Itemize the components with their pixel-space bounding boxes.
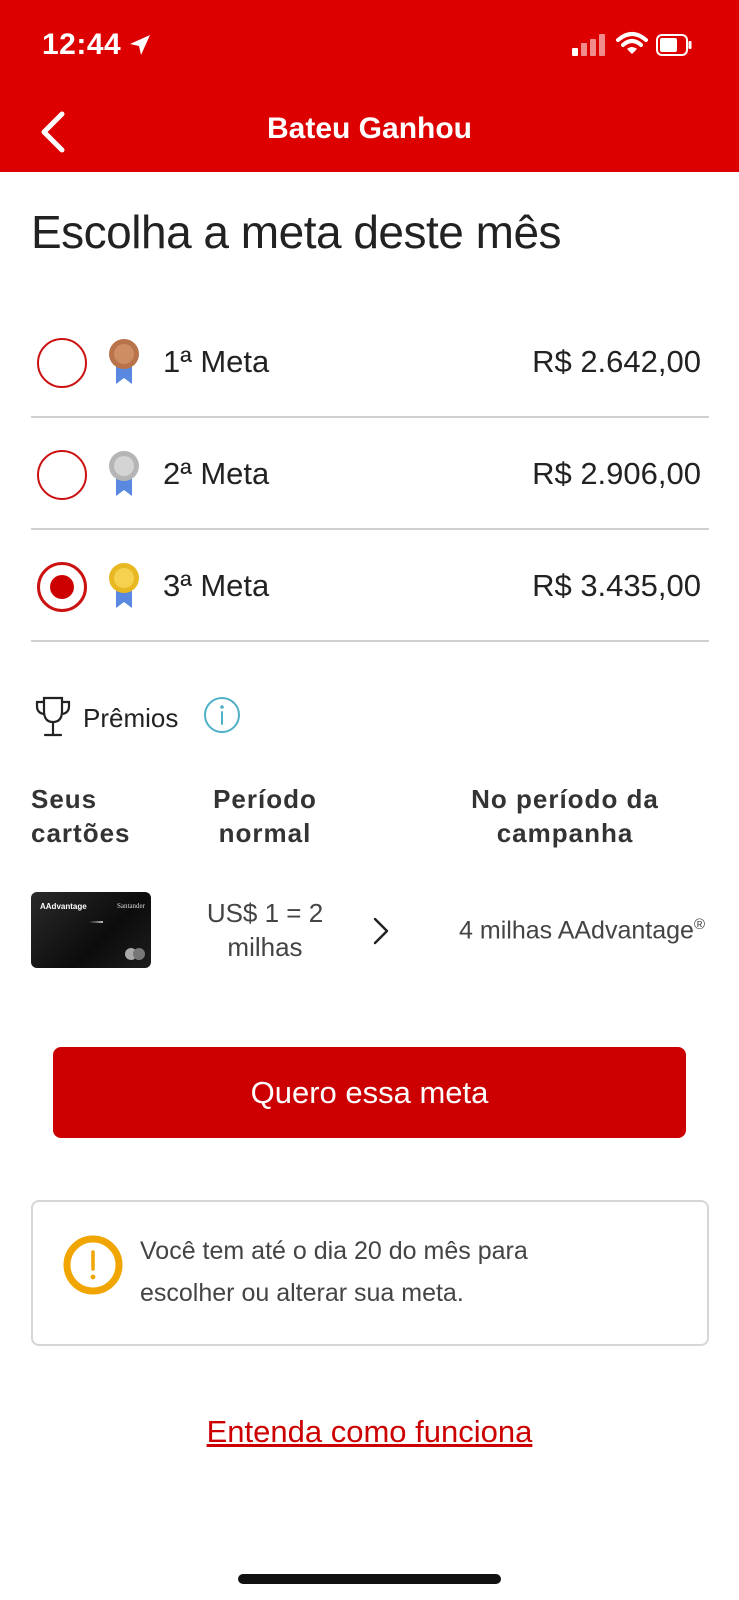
- header-title: Bateu Ganhou: [266, 112, 472, 145]
- goal-value: R$ 2.906,00: [532, 456, 701, 491]
- info-icon[interactable]: [202, 695, 242, 735]
- how-it-works-link[interactable]: Entenda como funciona: [0, 1414, 739, 1450]
- radio-button-selected[interactable]: [37, 562, 87, 612]
- goal-option-2[interactable]: 2ª Meta R$ 2.906,00: [31, 418, 709, 530]
- column-header-campaign-period: No período da campanha: [471, 784, 659, 848]
- goal-option-1[interactable]: 1ª Meta R$ 2.642,00: [31, 306, 709, 418]
- card-issuer-logo: Santander: [117, 902, 145, 910]
- goal-value: R$ 2.642,00: [532, 344, 701, 379]
- goal-label: 3ª Meta: [163, 568, 270, 603]
- campaign-period-rate: 4 milhas AAdvantage®: [459, 916, 705, 945]
- home-indicator: [238, 1574, 501, 1584]
- goal-label: 2ª Meta: [163, 456, 270, 491]
- gold-medal-icon: [109, 563, 139, 608]
- choose-goal-button[interactable]: Quero essa meta: [53, 1047, 686, 1138]
- column-header-cards: Seus cartões: [31, 784, 131, 848]
- plane-icon: [89, 921, 103, 923]
- column-header-normal-period: Período normal: [213, 784, 317, 848]
- card-brand-logo: AAdvantage: [40, 902, 87, 911]
- header-bar: 12:44 Bateu Ganhou: [0, 0, 739, 172]
- notice-text: Você tem até o dia 20 do mês para escolh…: [140, 1237, 528, 1307]
- silver-medal-icon: [109, 451, 139, 496]
- wifi-icon: [616, 32, 648, 54]
- location-arrow-icon: [130, 35, 150, 55]
- status-time: 12:44: [42, 28, 122, 61]
- credit-card-image: AAdvantage Santander: [31, 892, 151, 968]
- chevron-right-icon: [373, 917, 389, 945]
- card-network-logo: [125, 948, 145, 960]
- normal-period-rate: US$ 1 = 2 milhas: [206, 898, 324, 962]
- goal-option-3[interactable]: 3ª Meta R$ 3.435,00: [31, 530, 709, 642]
- cellular-signal-icon: [572, 34, 605, 56]
- goal-label: 1ª Meta: [163, 344, 270, 379]
- radio-button[interactable]: [37, 338, 87, 388]
- trophy-icon: [35, 696, 71, 737]
- page-title: Escolha a meta deste mês: [31, 206, 562, 258]
- battery-icon: [656, 34, 692, 56]
- warning-icon: [63, 1235, 123, 1295]
- radio-button[interactable]: [37, 450, 87, 500]
- deadline-notice: Você tem até o dia 20 do mês para escolh…: [31, 1200, 709, 1346]
- goal-value: R$ 3.435,00: [532, 568, 701, 603]
- prizes-label: Prêmios: [83, 703, 179, 733]
- bronze-medal-icon: [109, 339, 139, 384]
